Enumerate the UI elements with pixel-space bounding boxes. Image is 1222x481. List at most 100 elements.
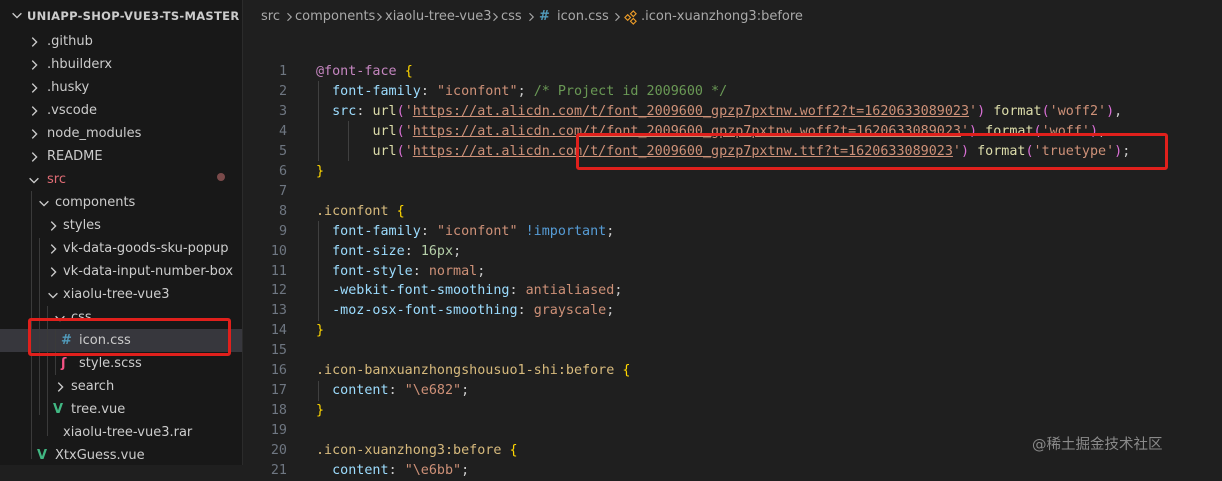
code-token: @font-face xyxy=(316,64,397,79)
chevron-right-icon xyxy=(377,12,383,22)
code-token: ; xyxy=(461,383,470,399)
code-token: { xyxy=(509,443,518,459)
code-line: 9 font-family: "iconfont" !important; xyxy=(243,222,1222,242)
code-token: : xyxy=(412,263,429,279)
chevron-right-icon xyxy=(31,152,38,162)
code-token: ; xyxy=(453,243,462,259)
tree-item-label: .vscode xyxy=(47,103,97,118)
tree-item-label: .hbuilderx xyxy=(47,57,113,72)
chevron-right-icon xyxy=(31,106,38,116)
code-token: -webkit-font-smoothing xyxy=(332,283,510,299)
tree-item-node-modules[interactable]: node_modules xyxy=(0,122,242,145)
breadcrumb-file[interactable]: icon.css xyxy=(557,0,609,34)
code-token: format xyxy=(993,103,1042,119)
code-line: 17 content: "\e682"; xyxy=(243,381,1222,401)
tree-item-vk-data-input-number-box[interactable]: vk-data-input-number-box xyxy=(0,260,242,283)
breadcrumb-css[interactable]: css xyxy=(501,0,522,34)
code-token: .iconfont xyxy=(316,203,389,219)
code-token: "\e6bb" xyxy=(404,463,462,478)
tree-item-components[interactable]: components xyxy=(0,191,242,214)
code-token: ; xyxy=(606,303,615,319)
tree-item-label: node_modules xyxy=(47,126,142,141)
line-number: 15 xyxy=(270,343,287,359)
tree-item-label: .github xyxy=(47,34,93,49)
code-token: ' xyxy=(404,103,413,119)
tree-item-xiaolu-tree-vue3[interactable]: xiaolu-tree-vue3 xyxy=(0,283,242,306)
breadcrumb-components[interactable]: components xyxy=(295,0,375,34)
watermark: @稀土掘金技术社区 xyxy=(1032,437,1163,453)
tree-item-vscode[interactable]: .vscode xyxy=(0,99,242,122)
code-text: -webkit-font-smoothing: antialiased; xyxy=(316,281,622,301)
code-token: antialiased xyxy=(525,283,615,299)
code-text: font-size: 16px; xyxy=(316,242,461,262)
tree-item-readme[interactable]: README xyxy=(0,145,242,168)
breadcrumb-symbol[interactable]: .icon-xuanzhong3:before xyxy=(641,0,803,34)
code-token: : xyxy=(388,383,405,399)
code-text: src: url('https://at.alicdn.com/t/font_2… xyxy=(316,102,1122,122)
code-token: 'woff2' xyxy=(1049,103,1107,119)
tree-item-husky[interactable]: .husky xyxy=(0,76,242,99)
code-line: 16 .icon-banxuanzhongshousuo1-shi:before … xyxy=(243,361,1222,381)
tree-item-label: README xyxy=(47,149,103,164)
tree-item-hbuilderx[interactable]: .hbuilderx xyxy=(0,53,242,76)
breadcrumb-src[interactable]: src xyxy=(261,0,280,34)
tree-item-search[interactable]: search xyxy=(0,375,242,398)
highlight-box xyxy=(28,318,231,356)
code-token: : xyxy=(509,283,526,299)
code-token: { xyxy=(404,64,413,79)
chevron-right-icon xyxy=(31,129,38,139)
code-line: 18} xyxy=(243,401,1222,421)
tree-item-label: tree.vue xyxy=(71,402,126,417)
tree-item-tree-vue[interactable]: Vtree.vue xyxy=(0,398,242,421)
explorer-project-header[interactable]: UNIAPP-SHOP-VUE3-TS-MASTER xyxy=(0,0,243,31)
code-token: grayscale xyxy=(533,303,607,319)
tree-item-xiaolu-tree-vue3-rar[interactable]: xiaolu-tree-vue3.rar xyxy=(0,421,242,444)
line-number: 18 xyxy=(270,403,287,419)
breadcrumb-xiaolu-tree-vue3[interactable]: xiaolu-tree-vue3 xyxy=(385,0,491,34)
code-token: font-family xyxy=(332,83,421,99)
code-token: content xyxy=(332,463,389,478)
chevron-right-icon xyxy=(57,382,64,392)
code-token: ' xyxy=(969,103,978,119)
tree-item-label: components xyxy=(55,195,136,210)
line-number: 3 xyxy=(278,103,287,119)
code-line: 14} xyxy=(243,321,1222,341)
code-text: font-style: normal; xyxy=(316,262,485,282)
tree-item-label: xiaolu-tree-vue3 xyxy=(63,287,170,302)
tree-item-xtxguess-vue[interactable]: V XtxGuess.vue xyxy=(0,444,242,467)
chevron-right-icon xyxy=(50,267,57,277)
code-token[interactable]: https://at.alicdn.com/t/font_2009600_gpz… xyxy=(413,104,969,119)
chevron-right-icon xyxy=(31,60,38,70)
code-token: ; xyxy=(606,223,615,239)
code-text: .icon-xuanzhong3:before { xyxy=(316,441,518,461)
line-number: 16 xyxy=(270,363,287,379)
code-token: !important xyxy=(525,223,607,239)
tree-item-label: src xyxy=(47,172,66,187)
code-token: ( xyxy=(396,143,405,159)
chevron-right-icon xyxy=(615,12,621,22)
tree-item-label: .husky xyxy=(47,80,90,95)
code-text: font-family: "iconfont"; /* Project id 2… xyxy=(316,82,727,102)
tree-item-styles[interactable]: styles xyxy=(0,214,242,237)
line-number: 11 xyxy=(270,263,287,279)
chevron-down-icon xyxy=(29,177,39,184)
line-number: 21 xyxy=(270,463,287,478)
code-text: } xyxy=(316,321,324,341)
tree-item-github[interactable]: .github xyxy=(0,30,242,53)
code-token: src xyxy=(332,103,357,119)
chevron-right-icon xyxy=(287,12,293,22)
code-editor[interactable]: 1 @font-face {2 font-family: "iconfont"; … xyxy=(243,34,1222,478)
code-token: normal xyxy=(428,263,478,279)
line-number: 6 xyxy=(278,163,287,179)
tree-item-src[interactable]: src xyxy=(0,168,242,191)
code-token: -moz-osx-font-smoothing xyxy=(332,303,518,319)
tree-item-vk-data-goods-sku-popup[interactable]: vk-data-goods-sku-popup xyxy=(0,237,242,260)
line-number: 14 xyxy=(270,323,287,339)
